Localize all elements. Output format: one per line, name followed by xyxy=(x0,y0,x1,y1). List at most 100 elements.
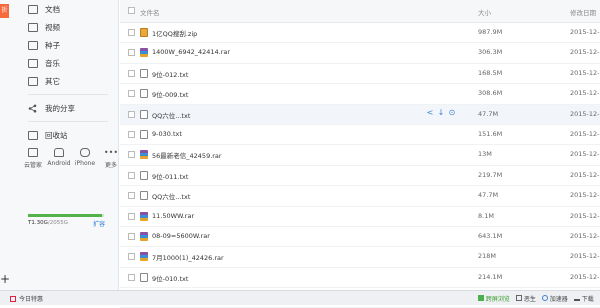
txt-file-icon xyxy=(140,68,148,78)
file-name[interactable]: QQ六位...txt xyxy=(152,191,190,201)
table-row[interactable]: 56最新老信_42459.rar 13M 2015-12-1 xyxy=(120,145,600,166)
sidebar-item-other[interactable]: 其它 xyxy=(28,72,116,90)
file-name[interactable]: 9位-011.txt xyxy=(152,171,188,181)
row-checkbox[interactable] xyxy=(128,253,135,261)
column-header-date[interactable]: 修改日期 xyxy=(570,7,596,17)
device-label: 云管家 xyxy=(23,162,42,169)
table-row[interactable]: 9-030.txt 151.6M 2015-12-1 xyxy=(120,125,600,146)
file-name[interactable]: 1亿QQ搜刮.zip xyxy=(152,28,197,38)
table-row[interactable]: 1400W_6942_42414.rar 306.3M 2015-12-1 xyxy=(120,43,600,64)
sidebar-item-my-shares[interactable]: 我的分享 xyxy=(28,99,116,117)
status-right: 跨屏浏览 恶生 加速器 下载 xyxy=(478,294,594,303)
file-name[interactable]: 1400W_6942_42414.rar xyxy=(152,48,230,56)
more-options-icon[interactable]: ⊙ xyxy=(448,108,456,117)
row-checkbox[interactable] xyxy=(128,69,135,77)
sidebar-item-music[interactable]: 音乐 xyxy=(28,54,116,72)
file-name[interactable]: 56最新老信_42459.rar xyxy=(152,150,222,160)
sidebar-item-torrents[interactable]: 种子 xyxy=(28,36,116,54)
share-icon[interactable]: < xyxy=(426,108,434,117)
file-date: 2015-12-1 xyxy=(570,89,600,98)
row-checkbox[interactable] xyxy=(128,212,135,220)
row-checkbox[interactable] xyxy=(128,232,135,240)
table-row[interactable]: 9位-009.txt 308.6M 2015-12-1 xyxy=(120,84,600,105)
file-name[interactable]: 9位-009.txt xyxy=(152,89,188,99)
download-icon[interactable]: ↓ xyxy=(437,108,445,117)
sidebar-nav: 文档 视频 种子 音乐 其它 我的分享 回收站 xyxy=(28,0,116,144)
download-button[interactable]: 下载 xyxy=(573,294,594,303)
download-label: 下载 xyxy=(581,296,594,303)
table-row[interactable]: 7月1000(1)_42426.rar 218M 2015-12-1 xyxy=(120,247,600,268)
column-header-size[interactable]: 大小 xyxy=(478,7,491,17)
table-row[interactable]: 9位-012.txt 168.5M 2015-12-1 xyxy=(120,64,600,85)
txt-file-icon xyxy=(140,191,148,201)
file-name[interactable]: 9位-010.txt xyxy=(152,273,188,283)
rar-file-icon xyxy=(140,231,148,241)
table-row[interactable]: QQ六位...txt <↓⊙ 47.7M 2015-12-1 xyxy=(120,104,600,125)
device-cloud-manager[interactable]: 云管家 xyxy=(22,148,44,169)
row-checkbox[interactable] xyxy=(128,29,135,36)
file-date: 2015-12-1 xyxy=(570,109,600,118)
device-android[interactable]: Android xyxy=(47,148,71,169)
sidebar-divider xyxy=(28,121,108,122)
sidebar-item-label: 我的分享 xyxy=(45,103,75,113)
rar-file-icon xyxy=(140,252,148,262)
txt-file-icon xyxy=(140,170,148,180)
file-name[interactable]: QQ六位...txt xyxy=(152,110,190,120)
file-size: 13M xyxy=(478,150,492,159)
android-icon xyxy=(54,148,64,157)
expand-storage-link[interactable]: 扩容 xyxy=(93,219,105,228)
table-row[interactable]: 9位-010.txt 214.1M 2015-12-1 xyxy=(120,268,600,289)
row-checkbox[interactable] xyxy=(128,90,135,98)
file-name[interactable]: 08-09=5600W.rar xyxy=(152,232,210,240)
row-checkbox[interactable] xyxy=(128,192,135,200)
sidebar-item-label: 回收站 xyxy=(45,130,68,140)
select-all-checkbox[interactable] xyxy=(128,7,135,14)
app-logo[interactable]: 折 xyxy=(0,4,9,18)
file-size: 8.1M xyxy=(478,211,494,220)
row-checkbox[interactable] xyxy=(128,49,135,57)
file-date: 2015-12-1 xyxy=(570,272,600,281)
sidebar-item-videos[interactable]: 视频 xyxy=(28,18,116,36)
device-more[interactable]: ••• 更多 xyxy=(100,148,122,169)
add-icon[interactable]: + xyxy=(0,272,10,286)
row-checkbox[interactable] xyxy=(128,171,135,179)
column-header-name[interactable]: 文件名 xyxy=(140,7,160,17)
file-date: 2015-12-1 xyxy=(570,231,600,240)
table-row[interactable]: 11.50WW.rar 8.1M 2015-12-1 xyxy=(120,207,600,227)
txt-file-icon xyxy=(140,272,148,282)
file-size: 47.7M xyxy=(478,191,499,200)
accelerator-button[interactable]: 加速器 xyxy=(541,294,568,303)
txt-file-icon xyxy=(140,129,148,139)
file-name[interactable]: 7月1000(1)_42426.rar xyxy=(152,252,224,262)
table-body: 1亿QQ搜刮.zip 987.9M 2015-12-1 1400W_6942_4241… xyxy=(120,23,600,308)
rar-file-icon xyxy=(140,48,148,58)
sidebar-item-documents[interactable]: 文档 xyxy=(28,0,116,18)
apple-icon xyxy=(80,148,90,157)
file-name[interactable]: 11.50WW.rar xyxy=(152,212,194,220)
sidebar-item-label: 种子 xyxy=(45,40,60,50)
clean-icon xyxy=(515,295,522,301)
status-left[interactable]: 今日特惠 xyxy=(10,294,43,303)
cross-screen-browse[interactable]: 跨屏浏览 xyxy=(478,294,510,303)
zip-file-icon xyxy=(140,28,148,37)
file-name[interactable]: 9-030.txt xyxy=(152,130,182,138)
row-checkbox[interactable] xyxy=(128,130,135,138)
daily-deal-label: 今日特惠 xyxy=(19,296,44,303)
video-icon xyxy=(28,22,38,32)
file-date: 2015-12-1 xyxy=(570,68,600,77)
file-size: 987.9M xyxy=(478,28,503,36)
table-row[interactable]: QQ六位...txt 47.7M 2015-12-1 xyxy=(120,186,600,207)
table-row[interactable]: 08-09=5600W.rar 643.1M 2015-12-1 xyxy=(120,227,600,248)
table-row[interactable]: 9位-011.txt 219.7M 2015-12-1 xyxy=(120,166,600,187)
row-checkbox[interactable] xyxy=(128,110,135,118)
file-size: 306.3M xyxy=(478,48,503,57)
accelerator-icon xyxy=(541,295,548,301)
file-name[interactable]: 9位-012.txt xyxy=(152,69,188,79)
table-header: 文件名 大小 修改日期 xyxy=(120,0,600,23)
row-checkbox[interactable] xyxy=(128,273,135,281)
device-iphone[interactable]: iPhone xyxy=(74,148,96,169)
table-row[interactable]: 1亿QQ搜刮.zip 987.9M 2015-12-1 xyxy=(120,23,600,44)
row-checkbox[interactable] xyxy=(128,151,135,159)
sidebar-item-recycle-bin[interactable]: 回收站 xyxy=(28,126,116,144)
clean-button[interactable]: 恶生 xyxy=(515,294,536,303)
